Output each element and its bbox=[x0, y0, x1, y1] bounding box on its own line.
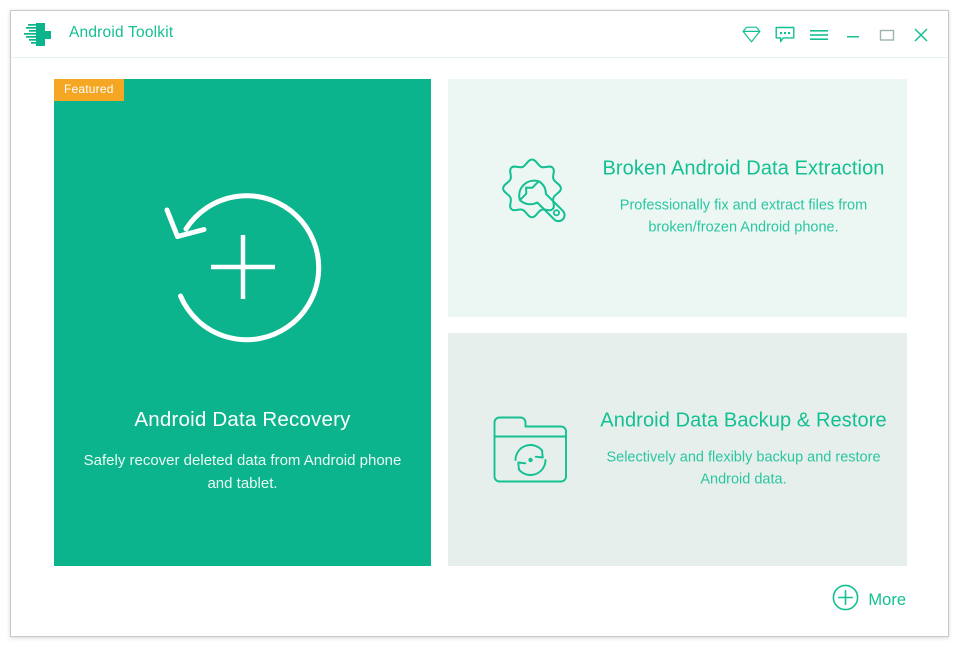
circular-arrow-plus-icon bbox=[155, 179, 331, 355]
hamburger-menu-icon[interactable] bbox=[802, 18, 836, 52]
app-window: Android Toolkit Featured Android Data Re… bbox=[10, 10, 949, 637]
maximize-icon[interactable] bbox=[870, 18, 904, 52]
minimize-icon[interactable] bbox=[836, 18, 870, 52]
folder-sync-icon bbox=[488, 406, 576, 494]
card-title: Android Data Backup & Restore bbox=[600, 409, 887, 431]
card-text-block: Broken Android Data Extraction Professio… bbox=[598, 158, 889, 239]
close-icon[interactable] bbox=[904, 18, 938, 52]
green-cross-logo-icon bbox=[24, 22, 52, 48]
card-text-block: Android Data Backup & Restore Selectivel… bbox=[598, 409, 889, 490]
more-button[interactable]: More bbox=[832, 584, 906, 616]
app-title: Android Toolkit bbox=[69, 24, 174, 41]
gear-wrench-icon bbox=[488, 154, 576, 242]
title-bar-actions bbox=[734, 11, 938, 58]
more-label: More bbox=[868, 590, 906, 609]
title-bar: Android Toolkit bbox=[11, 11, 948, 58]
hero-title: Android Data Recovery bbox=[134, 408, 351, 431]
diamond-icon[interactable] bbox=[734, 18, 768, 52]
feedback-icon[interactable] bbox=[768, 18, 802, 52]
plus-circle-icon bbox=[832, 584, 859, 616]
card-description: Professionally fix and extract files fro… bbox=[619, 197, 868, 236]
card-description: Selectively and flexibly backup and rest… bbox=[606, 449, 881, 487]
hero-description: Safely recover deleted data from Android… bbox=[83, 452, 402, 492]
card-android-data-recovery[interactable]: Featured Android Data Recovery Safely re… bbox=[54, 79, 431, 566]
card-broken-android-data-extraction[interactable]: Broken Android Data Extraction Professio… bbox=[448, 79, 907, 317]
desktop-background: Android Toolkit Featured Android Data Re… bbox=[0, 0, 959, 647]
featured-badge: Featured bbox=[54, 79, 124, 101]
card-android-data-backup-restore[interactable]: Android Data Backup & Restore Selectivel… bbox=[448, 333, 907, 566]
card-title: Broken Android Data Extraction bbox=[602, 157, 885, 180]
main-content: Featured Android Data Recovery Safely re… bbox=[11, 58, 948, 636]
